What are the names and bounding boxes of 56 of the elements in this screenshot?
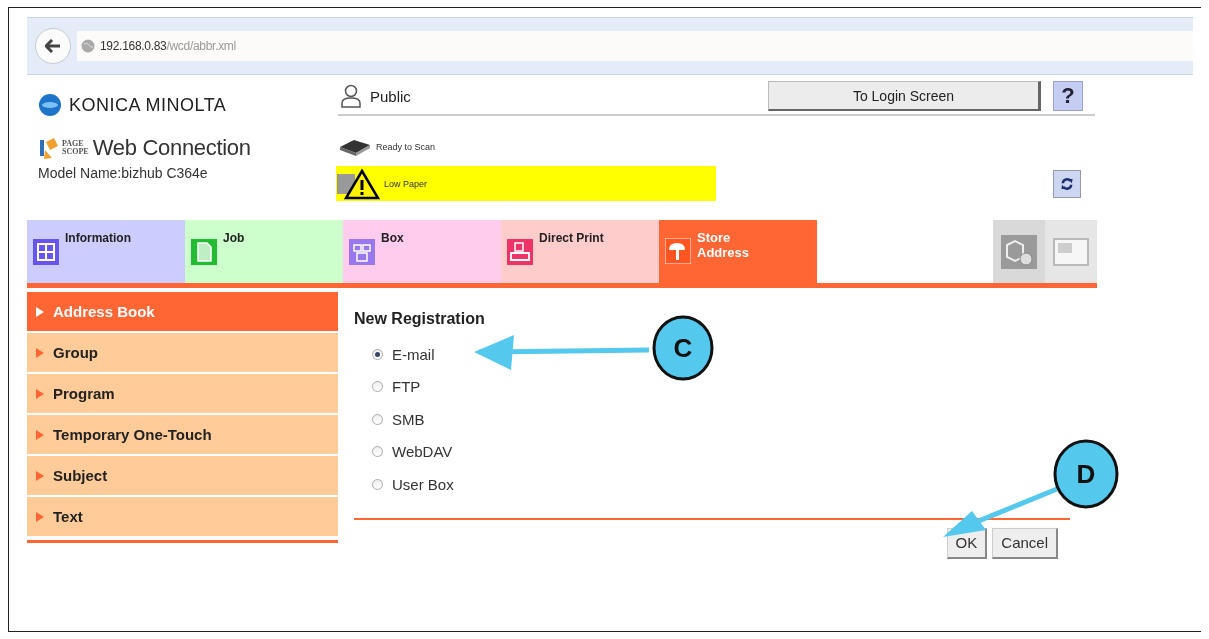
radio-label[interactable]: WebDAV (392, 443, 453, 461)
login-button[interactable]: To Login Screen (768, 81, 1041, 111)
help-button[interactable]: ? (1053, 81, 1083, 111)
cancel-button[interactable]: Cancel (992, 527, 1058, 559)
product-mark: PAGE SCOPE (62, 140, 89, 156)
scanner-status: Ready to Scan (376, 142, 436, 152)
tab[interactable]: Job (185, 220, 343, 283)
globe-icon (81, 39, 95, 53)
radio-label[interactable]: FTP (392, 378, 421, 396)
triangle-icon (36, 388, 44, 399)
panel-icon (1053, 237, 1089, 266)
triangle-icon (36, 429, 44, 440)
radio-button[interactable] (372, 446, 383, 458)
logo-icon (38, 136, 60, 160)
back-button[interactable] (35, 28, 71, 64)
sidebar-item[interactable]: Text (27, 497, 338, 536)
url-text[interactable]: 192.168.0.83/wcd/abbr.xml (100, 39, 236, 53)
tab-icon (33, 239, 59, 265)
user-name: Public (370, 87, 411, 105)
tab-icon (665, 238, 691, 264)
tab[interactable]: Information (27, 220, 185, 283)
triangle-icon (36, 470, 44, 481)
radio-button[interactable] (372, 348, 383, 360)
radio-button[interactable] (372, 413, 383, 425)
product-name: Web Connection (92, 135, 251, 161)
warning-icon (336, 167, 380, 200)
refresh-button[interactable] (1053, 169, 1081, 198)
icon-tab[interactable] (993, 220, 1045, 283)
triangle-icon (36, 511, 44, 522)
radio-label[interactable]: User Box (392, 475, 454, 493)
tab[interactable]: Box (343, 220, 501, 283)
tab-icon (349, 239, 375, 265)
radio-label[interactable]: E-mail (392, 345, 435, 363)
sidebar-item[interactable]: Temporary One-Touch (27, 415, 338, 454)
brand-name: KONICA MINOLTA (69, 94, 227, 116)
sidebar-item[interactable]: Group (27, 333, 338, 372)
sidebar-item[interactable]: Subject (27, 456, 338, 495)
callout-badge: C (652, 315, 714, 381)
triangle-icon (36, 347, 44, 358)
model-name: Model Name:bizhub C364e (38, 165, 209, 181)
user-icon (340, 84, 362, 108)
logo-icon (38, 93, 62, 117)
radio-button[interactable] (372, 478, 383, 490)
tab-icon (191, 239, 217, 265)
back-arrow-icon (45, 39, 61, 53)
tab-icon (507, 239, 533, 265)
scanner-icon (338, 137, 372, 157)
callout-badge: D (1053, 439, 1119, 509)
section-title: New Registration (354, 310, 486, 328)
tab[interactable]: Direct Print (501, 220, 659, 283)
sidebar-item[interactable]: Program (27, 374, 338, 413)
alert-text: Low Paper (384, 178, 428, 189)
triangle-icon (36, 306, 44, 317)
radio-label[interactable]: SMB (392, 410, 425, 428)
box-gear-icon (1001, 234, 1037, 269)
radio-button[interactable] (372, 381, 383, 393)
